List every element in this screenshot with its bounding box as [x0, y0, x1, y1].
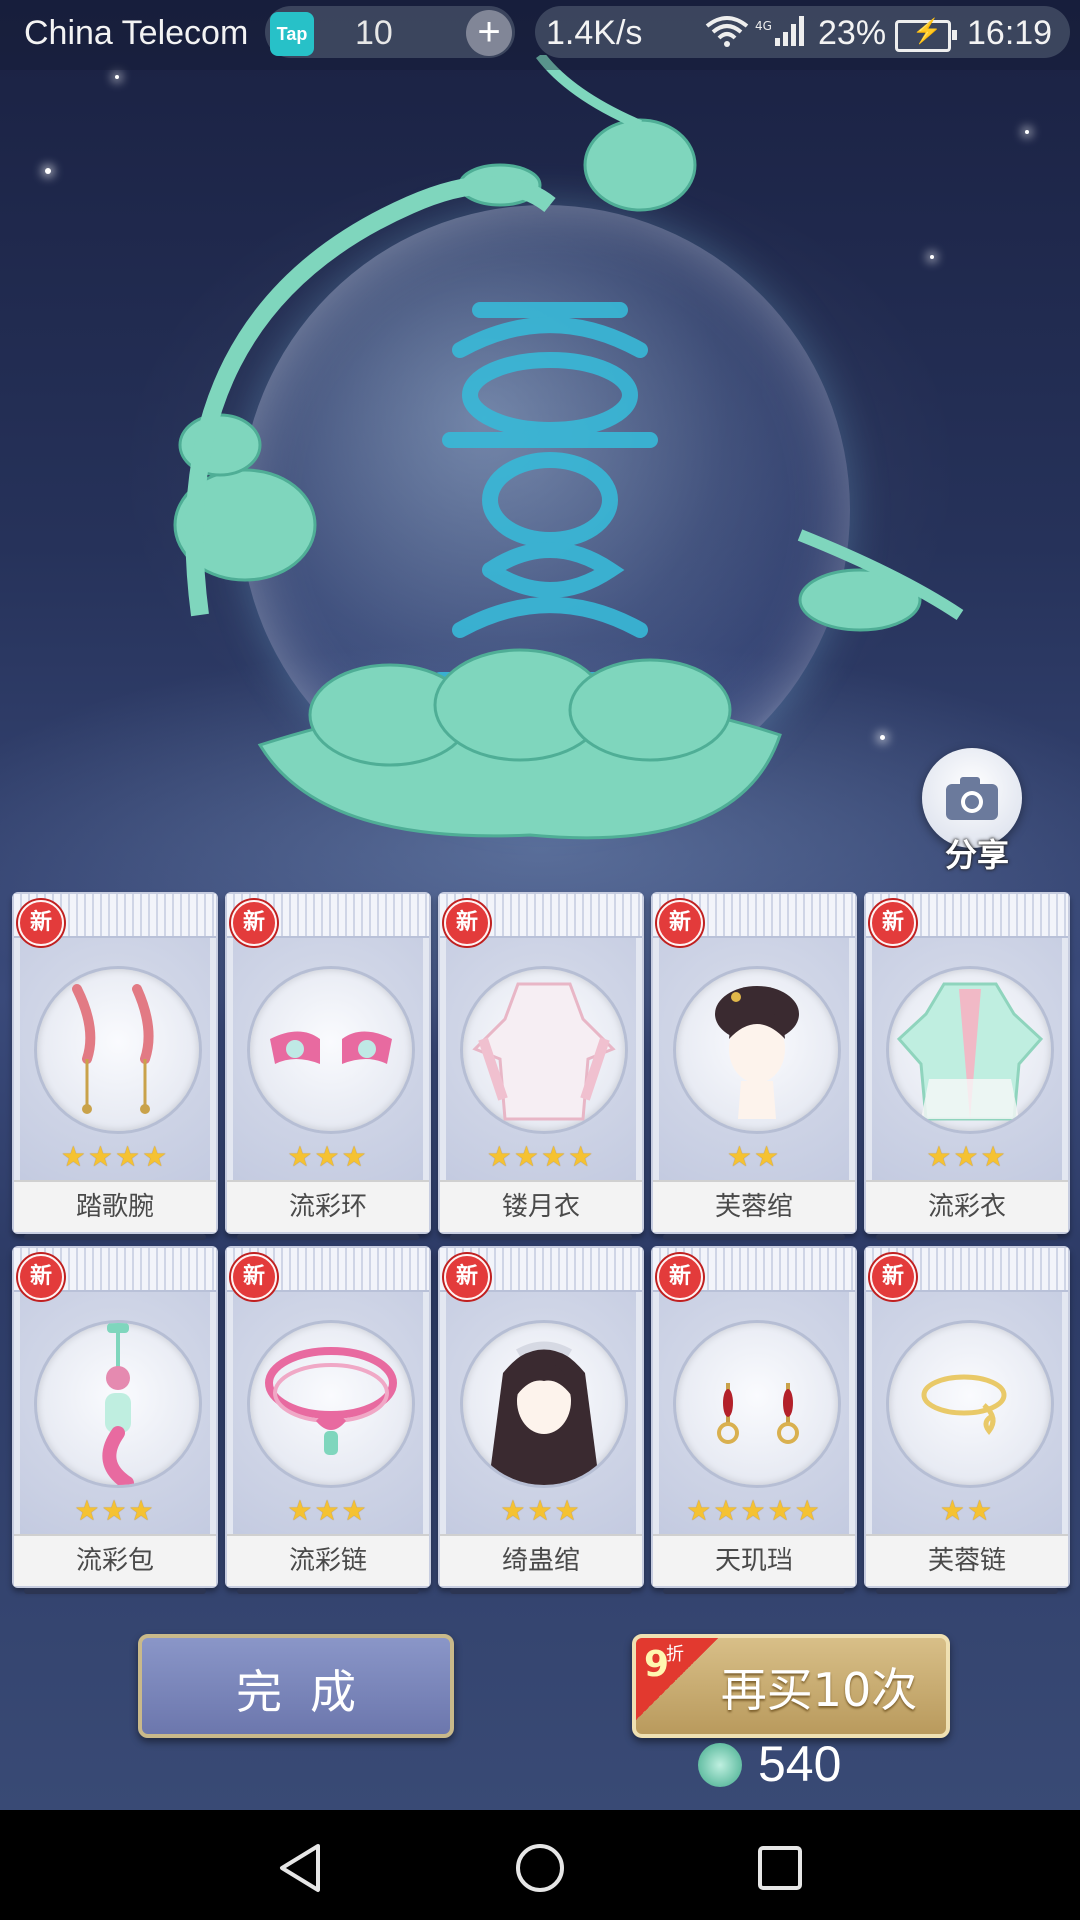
item-name: 镂月衣	[440, 1180, 642, 1232]
new-badge: 新	[657, 1254, 703, 1300]
item-name: 绮蛊绾	[440, 1534, 642, 1586]
buy-again-button[interactable]: 9 折 再买10次	[632, 1634, 950, 1738]
item-name: 芙蓉绾	[653, 1180, 855, 1232]
rarity-stars: ★★★	[287, 1494, 369, 1527]
reward-card[interactable]: 新 ★★ 芙蓉链	[864, 1246, 1070, 1594]
item-name: 流彩链	[227, 1534, 429, 1586]
item-earrings-icon	[673, 1320, 841, 1488]
recents-icon[interactable]	[752, 1840, 808, 1896]
item-name: 流彩环	[227, 1180, 429, 1232]
item-robe-icon	[886, 966, 1054, 1134]
item-pouch-icon	[34, 1320, 202, 1488]
reward-card[interactable]: 新 ★★★★ 踏歌腕	[12, 892, 218, 1240]
item-name: 踏歌腕	[14, 1180, 216, 1232]
battery-icon: ⚡	[895, 18, 957, 52]
new-badge: 新	[870, 900, 916, 946]
rarity-stars: ★★★	[500, 1494, 582, 1527]
reward-card[interactable]: 新 ★★★ 绮蛊绾	[438, 1246, 644, 1594]
status-bar: China Telecom Tap 10 + 1.4K/s 4G 23% ⚡ 1…	[0, 0, 1080, 70]
card-base	[237, 1588, 419, 1594]
rarity-stars: ★★★★	[486, 1140, 596, 1173]
jade-lotus-sculpture	[173, 55, 964, 840]
card-base	[450, 1234, 632, 1240]
new-badge: 新	[870, 1254, 916, 1300]
item-name: 天玑珰	[653, 1534, 855, 1586]
reward-card[interactable]: 新 ★★★ 流彩包	[12, 1246, 218, 1594]
item-wrist-icon	[34, 966, 202, 1134]
reward-card[interactable]: 新 ★★★ 流彩衣	[864, 892, 1070, 1240]
rarity-stars: ★★	[939, 1494, 995, 1527]
card-base	[876, 1234, 1058, 1240]
rarity-stars: ★★★★★	[686, 1494, 822, 1527]
new-badge: 新	[18, 900, 64, 946]
reward-card[interactable]: 新 ★★ 芙蓉绾	[651, 892, 857, 1240]
reward-card[interactable]: 新 ★★★ 流彩链	[225, 1246, 431, 1594]
card-base	[24, 1588, 206, 1594]
reward-card[interactable]: 新 ★★★★ 镂月衣	[438, 892, 644, 1240]
svg-text:4G: 4G	[755, 19, 772, 33]
reward-card[interactable]: 新 ★★★ 流彩环	[225, 892, 431, 1240]
new-badge: 新	[657, 900, 703, 946]
rarity-stars: ★★★	[74, 1494, 156, 1527]
tap-count: 10	[355, 14, 393, 52]
rarity-stars: ★★★★	[60, 1140, 170, 1173]
reward-card[interactable]: 新 ★★★★★ 天玑珰	[651, 1246, 857, 1594]
card-base	[450, 1588, 632, 1594]
clock: 16:19	[967, 14, 1053, 52]
cost-display: 540	[698, 1735, 898, 1795]
battery-percent: 23%	[818, 14, 887, 52]
new-badge: 新	[444, 900, 490, 946]
tap-app-icon: Tap	[270, 12, 314, 56]
done-label: 完成	[236, 1665, 384, 1719]
rarity-stars: ★★★	[926, 1140, 1008, 1173]
item-hairstyle-icon	[673, 966, 841, 1134]
jade-currency-icon	[698, 1743, 742, 1787]
item-name: 流彩衣	[866, 1180, 1068, 1232]
buy-again-label: 再买10次	[720, 1663, 918, 1717]
add-button[interactable]: +	[466, 10, 512, 56]
card-base	[237, 1234, 419, 1240]
navigation-bar	[0, 1810, 1080, 1920]
new-badge: 新	[18, 1254, 64, 1300]
item-chain-icon	[886, 1320, 1054, 1488]
item-ring-icon	[247, 966, 415, 1134]
rarity-stars: ★★	[726, 1140, 782, 1173]
card-base	[876, 1588, 1058, 1594]
star-sparkle	[45, 168, 51, 174]
share-button[interactable]: 分享	[922, 748, 1030, 874]
carrier-label: China Telecom	[24, 14, 249, 52]
new-badge: 新	[444, 1254, 490, 1300]
item-necklace-icon	[247, 1320, 415, 1488]
item-name: 流彩包	[14, 1534, 216, 1586]
discount-unit: 折	[666, 1644, 684, 1665]
card-base	[24, 1234, 206, 1240]
card-base	[663, 1588, 845, 1594]
item-dress-icon	[460, 966, 628, 1134]
cellular-signal-icon: 4G	[755, 14, 809, 57]
card-base	[663, 1234, 845, 1240]
item-name: 芙蓉链	[866, 1534, 1068, 1586]
star-sparkle	[1025, 130, 1029, 134]
done-button[interactable]: 完成	[138, 1634, 454, 1738]
cost-value: 540	[758, 1736, 842, 1792]
home-icon[interactable]	[512, 1840, 568, 1896]
share-label: 分享	[944, 836, 1009, 874]
back-icon[interactable]	[272, 1840, 328, 1896]
net-speed: 1.4K/s	[546, 14, 643, 52]
new-badge: 新	[231, 1254, 277, 1300]
rarity-stars: ★★★	[287, 1140, 369, 1173]
item-long-hair-icon	[460, 1320, 628, 1488]
new-badge: 新	[231, 900, 277, 946]
wifi-icon	[705, 14, 749, 57]
